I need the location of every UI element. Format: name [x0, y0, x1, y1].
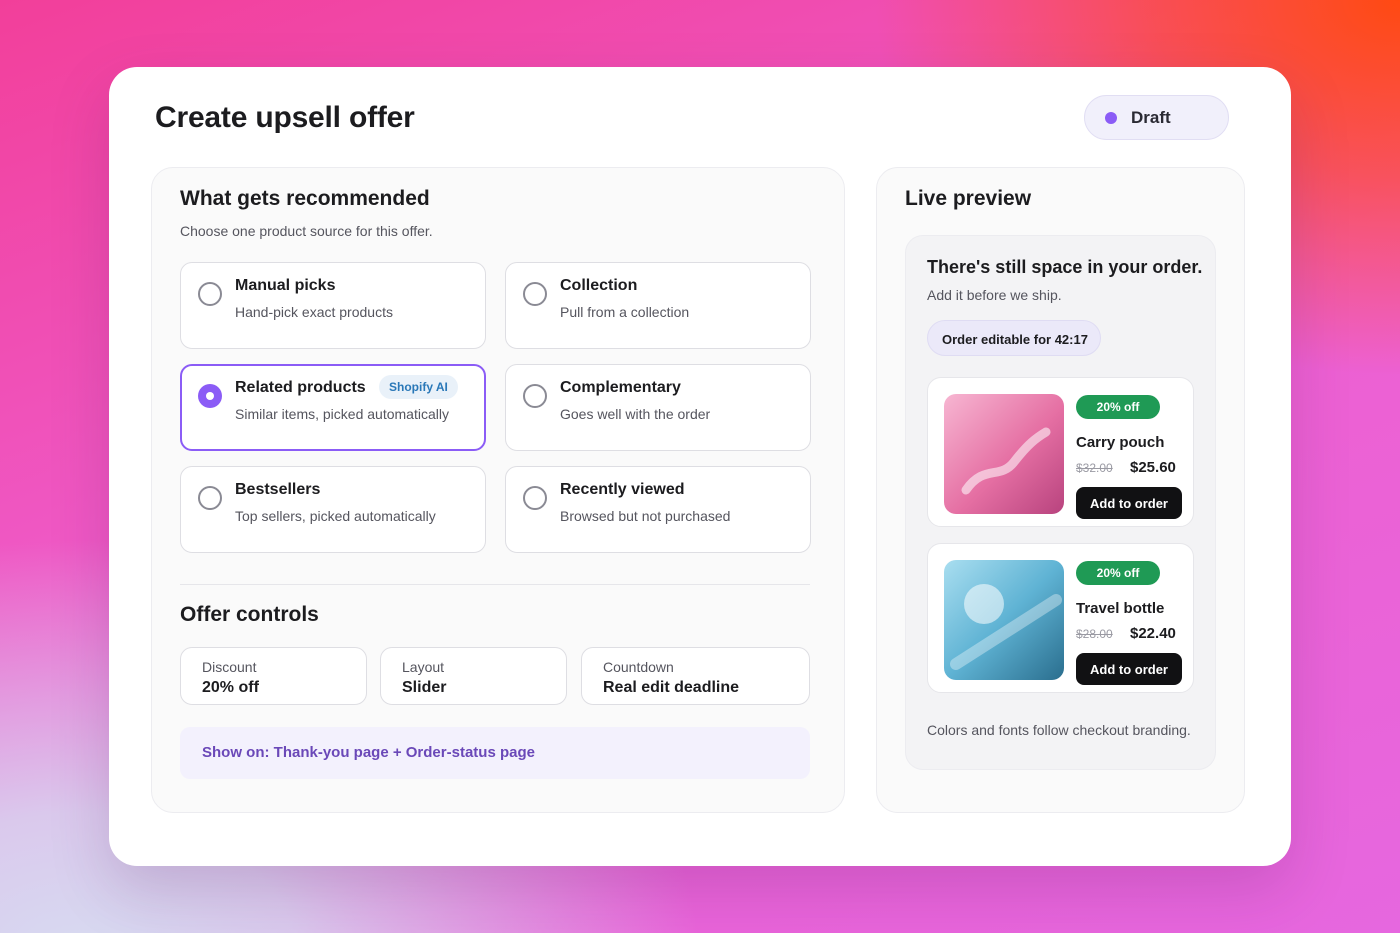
- show-on-label: Show on: Thank-you page + Order-status p…: [202, 744, 535, 761]
- radio-icon[interactable]: [198, 282, 222, 306]
- option-recently-viewed[interactable]: Recently viewed Browsed but not purchase…: [505, 466, 811, 553]
- radio-icon[interactable]: [523, 486, 547, 510]
- radio-icon[interactable]: [523, 384, 547, 408]
- option-title: Recently viewed: [560, 481, 685, 498]
- countdown-control[interactable]: Countdown Real edit deadline: [581, 647, 810, 705]
- checkout-preview: There's still space in your order. Add i…: [905, 235, 1216, 770]
- recommend-title: What gets recommended: [180, 187, 430, 210]
- discount-badge: 20% off: [1076, 561, 1160, 585]
- preview-footer-note: Colors and fonts follow checkout brandin…: [927, 722, 1191, 738]
- product-name: Carry pouch: [1076, 434, 1165, 451]
- sale-price: $25.60: [1130, 459, 1176, 476]
- radio-icon[interactable]: [198, 486, 222, 510]
- option-related-products[interactable]: Related products Shopify AI Similar item…: [180, 364, 486, 451]
- option-manual-picks[interactable]: Manual picks Hand-pick exact products: [180, 262, 486, 349]
- preview-subline: Add it before we ship.: [927, 287, 1062, 303]
- original-price: $32.00: [1076, 461, 1113, 475]
- timer-label: Order editable for 42:17: [942, 332, 1088, 347]
- discount-badge: 20% off: [1076, 395, 1160, 419]
- option-desc: Browsed but not purchased: [560, 508, 731, 524]
- product-card-carry-pouch: 20% off Carry pouch $32.00 $25.60 Add to…: [927, 377, 1194, 527]
- option-title: Collection: [560, 277, 638, 294]
- offer-controls-title: Offer controls: [180, 603, 319, 626]
- product-card-travel-bottle: 20% off Travel bottle $28.00 $22.40 Add …: [927, 543, 1194, 693]
- add-to-order-button[interactable]: Add to order: [1076, 487, 1182, 519]
- upsell-editor-card: Create upsell offer Draft What gets reco…: [109, 67, 1291, 866]
- status-badge[interactable]: Draft: [1084, 95, 1229, 140]
- radio-selected-icon[interactable]: [198, 384, 222, 408]
- option-title: Bestsellers: [235, 481, 321, 498]
- pouch-image-icon: [944, 394, 1064, 514]
- product-name: Travel bottle: [1076, 600, 1165, 617]
- control-value: Slider: [402, 679, 447, 696]
- preview-headline: There's still space in your order.: [927, 257, 1203, 277]
- option-desc: Hand-pick exact products: [235, 304, 393, 320]
- recommend-subtitle: Choose one product source for this offer…: [180, 223, 433, 239]
- status-dot-icon: [1105, 111, 1117, 124]
- original-price: $28.00: [1076, 627, 1113, 641]
- option-title: Related products: [235, 379, 366, 396]
- layout-control[interactable]: Layout Slider: [380, 647, 567, 705]
- page-title: Create upsell offer: [155, 101, 415, 134]
- control-label: Discount: [202, 659, 257, 675]
- section-divider: [180, 584, 810, 585]
- option-complementary[interactable]: Complementary Goes well with the order: [505, 364, 811, 451]
- sale-price: $22.40: [1130, 625, 1176, 642]
- option-collection[interactable]: Collection Pull from a collection: [505, 262, 811, 349]
- shopify-ai-badge: Shopify AI: [379, 375, 458, 399]
- radio-icon[interactable]: [523, 282, 547, 306]
- edit-timer-badge: Order editable for 42:17: [927, 320, 1101, 356]
- show-on-setting[interactable]: Show on: Thank-you page + Order-status p…: [180, 727, 810, 779]
- option-bestsellers[interactable]: Bestsellers Top sellers, picked automati…: [180, 466, 486, 553]
- discount-control[interactable]: Discount 20% off: [180, 647, 367, 705]
- option-desc: Pull from a collection: [560, 304, 690, 320]
- option-desc: Top sellers, picked automatically: [235, 508, 436, 524]
- control-label: Layout: [402, 659, 445, 675]
- option-title: Manual picks: [235, 277, 336, 294]
- live-preview-panel: Live preview There's still space in your…: [876, 167, 1245, 813]
- live-preview-title: Live preview: [905, 187, 1032, 210]
- bottle-image-icon: [944, 560, 1064, 680]
- control-value: 20% off: [202, 679, 259, 696]
- recommendation-panel: What gets recommended Choose one product…: [151, 167, 845, 813]
- control-label: Countdown: [603, 659, 674, 675]
- option-desc: Similar items, picked automatically: [235, 406, 449, 422]
- status-label: Draft: [1131, 107, 1171, 127]
- option-title: Complementary: [560, 379, 681, 396]
- control-value: Real edit deadline: [603, 679, 740, 696]
- option-desc: Goes well with the order: [560, 406, 711, 422]
- add-to-order-button[interactable]: Add to order: [1076, 653, 1182, 685]
